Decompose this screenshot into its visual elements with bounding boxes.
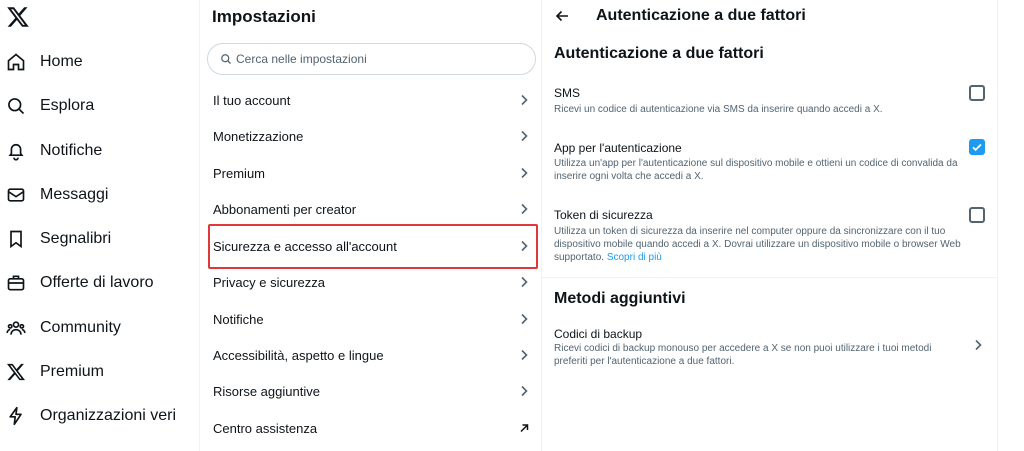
backup-codes-title[interactable]: Codici di backup	[554, 327, 642, 341]
x-logo-icon	[4, 360, 28, 384]
settings-item-premium[interactable]: Premium	[200, 155, 543, 191]
settings-item-label: Accessibilità, aspetto e lingue	[213, 347, 384, 363]
nav-item-messages[interactable]: Messaggi	[0, 177, 196, 213]
back-arrow-icon[interactable]	[554, 8, 570, 24]
settings-item-label: Notifiche	[213, 311, 264, 327]
option-desc-sms: Ricevi un codice di autenticazione via S…	[554, 104, 883, 115]
section-title-additional: Metodi aggiuntivi	[554, 290, 686, 307]
nav-item-bookmarks[interactable]: Segnalibri	[0, 221, 196, 257]
nav-item-verified-orgs[interactable]: Organizzazioni veri	[0, 398, 196, 434]
nav-item-label: Offerte di lavoro	[40, 274, 154, 291]
settings-item-label: Risorse aggiuntive	[213, 383, 320, 399]
security-key-checkbox[interactable]	[969, 207, 985, 223]
settings-item-accessibility[interactable]: Accessibilità, aspetto e lingue	[200, 337, 543, 373]
settings-item-label: Abbonamenti per creator	[213, 201, 357, 217]
settings-item-creator-subscriptions[interactable]: Abbonamenti per creator	[200, 191, 543, 227]
option-desc-auth-app: Utilizza un'app per l'autenticazione sul…	[554, 158, 958, 182]
settings-item-monetization[interactable]: Monetizzazione	[200, 118, 543, 154]
nav-item-label: Messaggi	[40, 186, 109, 203]
envelope-icon	[4, 183, 28, 207]
community-icon	[4, 316, 28, 340]
settings-item-label: Privacy e sicurezza	[213, 274, 325, 290]
chevron-right-icon	[518, 313, 530, 325]
chevron-right-icon	[518, 385, 530, 397]
option-title-security-key: Token di sicurezza	[554, 208, 653, 222]
briefcase-icon	[4, 271, 28, 295]
chevron-right-icon	[518, 203, 530, 215]
page-title: Impostazioni	[212, 7, 316, 26]
nav-item-premium[interactable]: Premium	[0, 354, 196, 390]
two-factor-panel: Autenticazione a due fattori Autenticazi…	[542, 0, 998, 451]
learn-more-link[interactable]: Scopri di più	[607, 252, 662, 263]
nav-item-label: Esplora	[40, 97, 95, 114]
nav-item-home[interactable]: Home	[0, 44, 196, 80]
x-logo-icon[interactable]	[6, 5, 30, 29]
settings-item-notifications[interactable]: Notifiche	[200, 301, 543, 337]
nav-item-label: Segnalibri	[40, 230, 112, 247]
settings-item-help-center[interactable]: Centro assistenza	[200, 410, 543, 446]
divider	[542, 277, 998, 278]
backup-codes-desc: Ricevi codici di backup monouso per acce…	[554, 343, 932, 367]
chevron-right-icon	[518, 240, 530, 252]
settings-item-label: Premium	[213, 165, 266, 181]
section-title: Autenticazione a due fattori	[554, 45, 764, 62]
chevron-right-icon	[518, 167, 530, 179]
panel-header-title: Autenticazione a due fattori	[596, 7, 806, 24]
primary-nav: Home Esplora Notifiche Messaggi Segnalib…	[0, 0, 200, 451]
nav-item-explore[interactable]: Esplora	[0, 88, 196, 124]
lightning-icon	[4, 404, 28, 428]
nav-item-notifications[interactable]: Notifiche	[0, 133, 196, 169]
settings-item-label: Il tuo account	[213, 92, 291, 108]
nav-item-label: Premium	[40, 363, 105, 380]
nav-item-jobs[interactable]: Offerte di lavoro	[0, 265, 196, 301]
search-icon	[221, 54, 231, 64]
settings-item-label: Monetizzazione	[213, 128, 304, 144]
search-icon	[4, 94, 28, 118]
nav-item-label: Home	[40, 53, 83, 70]
bell-icon	[4, 139, 28, 163]
chevron-right-icon[interactable]	[972, 339, 984, 351]
settings-column: Impostazioni Il tuo account Monetizzazio…	[199, 0, 542, 451]
external-link-icon	[518, 422, 530, 434]
chevron-right-icon	[518, 349, 530, 361]
chevron-right-icon	[518, 130, 530, 142]
settings-search[interactable]	[207, 43, 536, 75]
nav-item-label: Notifiche	[40, 142, 103, 159]
option-title-auth-app: App per l'autenticazione	[554, 141, 682, 155]
search-input[interactable]	[236, 52, 526, 66]
nav-item-label: Community	[40, 319, 121, 336]
settings-item-label: Sicurezza e accesso all'account	[213, 238, 397, 254]
option-desc-security-key: Utilizza un token di sicurezza da inseri…	[554, 225, 972, 264]
chevron-right-icon	[518, 276, 530, 288]
settings-item-resources[interactable]: Risorse aggiuntive	[200, 373, 543, 409]
bookmark-icon	[4, 227, 28, 251]
home-icon	[4, 50, 28, 74]
chevron-right-icon	[518, 94, 530, 106]
settings-item-privacy[interactable]: Privacy e sicurezza	[200, 264, 543, 300]
nav-item-communities[interactable]: Community	[0, 310, 196, 346]
nav-item-label: Organizzazioni veri	[40, 407, 177, 424]
sms-checkbox[interactable]	[969, 85, 985, 101]
option-title-sms: SMS	[554, 86, 581, 100]
settings-item-label: Centro assistenza	[213, 420, 318, 436]
settings-item-security-access[interactable]: Sicurezza e accesso all'account	[200, 228, 543, 264]
settings-item-account[interactable]: Il tuo account	[200, 82, 543, 118]
auth-app-checkbox[interactable]	[969, 139, 985, 155]
check-icon	[972, 143, 982, 152]
